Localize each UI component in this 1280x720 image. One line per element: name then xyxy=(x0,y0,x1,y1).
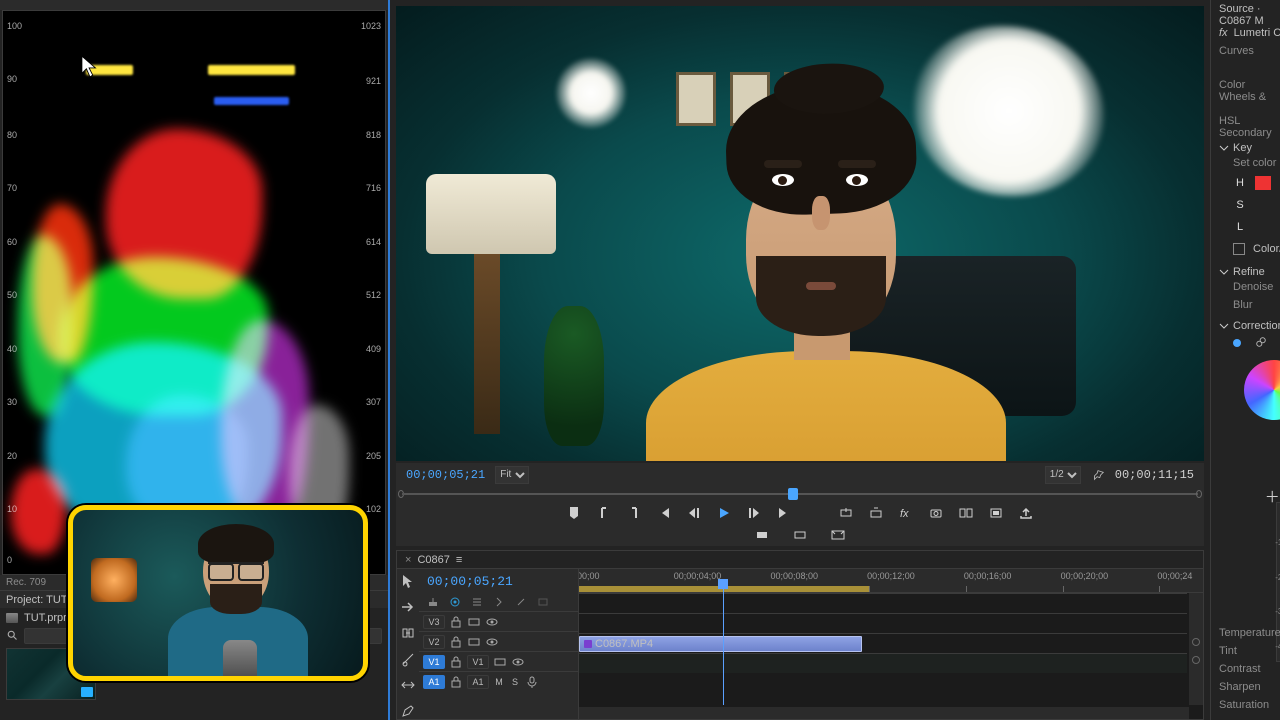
effect-name[interactable]: Lumetri C xyxy=(1234,27,1280,39)
search-icon xyxy=(6,629,18,644)
section-hsl-secondary[interactable]: HSL Secondary xyxy=(1219,118,1280,136)
export-frame-button[interactable] xyxy=(928,505,944,521)
mic-icon[interactable] xyxy=(525,675,539,689)
zoom-fit-dropdown[interactable]: Fit xyxy=(495,466,529,484)
add-marker-button[interactable] xyxy=(566,505,582,521)
export-button[interactable] xyxy=(1018,505,1034,521)
source-label: Source · C0867 M xyxy=(1219,6,1280,24)
param-sharpen[interactable]: Sharpen xyxy=(1219,678,1270,696)
sequence-tab-close-icon[interactable]: × xyxy=(405,554,411,566)
param-temperature[interactable]: Temperature xyxy=(1219,624,1270,642)
program-monitor[interactable] xyxy=(396,6,1204,461)
rgb-parade-waveform xyxy=(25,23,363,554)
color-only-checkbox[interactable] xyxy=(1233,243,1245,255)
timeline-playhead[interactable] xyxy=(723,579,724,705)
bin-icon xyxy=(6,613,18,623)
correction-dot-icon[interactable] xyxy=(1233,339,1241,347)
project-panel-title: Project: TUT xyxy=(6,594,68,606)
eye-icon[interactable] xyxy=(485,615,499,629)
ripple-edit-tool[interactable] xyxy=(400,625,416,641)
lumetri-color-panel: Source · C0867 M fx Lumetri C Curves Col… xyxy=(1210,0,1280,720)
ruler-label: 00;00;08;00 xyxy=(770,571,818,581)
proxy-toggle-button[interactable] xyxy=(988,505,1004,521)
track-lane-v3[interactable] xyxy=(579,593,1187,613)
param-saturation[interactable]: Saturation xyxy=(1219,696,1270,714)
insert-button[interactable] xyxy=(754,527,770,543)
panel-menu-icon[interactable]: ≡ xyxy=(456,554,462,566)
chevron-down-icon xyxy=(1219,143,1229,153)
comparison-view-button[interactable] xyxy=(958,505,974,521)
track-lane-a1[interactable] xyxy=(579,653,1187,673)
eyedropper-icon[interactable] xyxy=(1255,336,1267,351)
ruler-label: 00;00;16;00 xyxy=(964,571,1012,581)
project-item[interactable]: TUT.prpr xyxy=(24,612,67,624)
pen-tool[interactable] xyxy=(400,703,416,719)
clip-c0867[interactable]: C0867.MP4 xyxy=(579,636,862,652)
timeline-horizontal-zoom[interactable] xyxy=(579,707,1189,719)
sequence-tab[interactable]: C0867 ≡ xyxy=(417,554,462,566)
razor-tool[interactable] xyxy=(400,651,416,667)
timeline-vertical-scroll[interactable] xyxy=(1189,593,1203,705)
ruler-label: 00;00 xyxy=(579,571,600,581)
track-header-v2[interactable]: V2 xyxy=(419,631,578,651)
param-contrast[interactable]: Contrast xyxy=(1219,660,1270,678)
fx-badge-icon xyxy=(584,640,592,648)
step-back-button[interactable] xyxy=(686,505,702,521)
ruler-label: 00;00;12;00 xyxy=(867,571,915,581)
lumetri-scopes-panel: 100 90 80 70 60 50 40 30 20 10 0 1023 92… xyxy=(2,10,386,575)
safe-margins-button[interactable] xyxy=(830,527,846,543)
program-monitor-bar: 00;00;05;21 Fit 1/2 00;00;11;15 xyxy=(396,463,1204,486)
section-key[interactable]: Key xyxy=(1219,142,1280,154)
slip-tool[interactable] xyxy=(400,677,416,693)
timeline-current-timecode[interactable]: 00;00;05;21 xyxy=(419,569,578,593)
hue-swatch[interactable] xyxy=(1255,176,1271,190)
section-refine[interactable]: Refine xyxy=(1219,266,1280,278)
section-color-wheels[interactable]: Color Wheels & xyxy=(1219,82,1280,100)
section-correction[interactable]: Correction xyxy=(1219,320,1280,332)
transport-controls: fx xyxy=(396,502,1204,546)
program-current-timecode[interactable]: 00;00;05;21 xyxy=(406,468,485,482)
svg-text:fx: fx xyxy=(900,508,909,520)
refine-denoise[interactable]: Denoise xyxy=(1219,278,1280,296)
correction-color-wheel[interactable] xyxy=(1219,360,1280,420)
param-tint[interactable]: Tint xyxy=(1219,642,1270,660)
ruler-label: 00;00;20;00 xyxy=(1061,571,1109,581)
track-lane-v1[interactable]: C0867.MP4 xyxy=(579,633,1187,653)
extract-button[interactable] xyxy=(868,505,884,521)
track-header-a1[interactable]: A1 A1 M S xyxy=(419,671,578,691)
mark-out-button[interactable] xyxy=(626,505,642,521)
fx-button[interactable]: fx xyxy=(898,505,914,521)
ruler-label: 00;00;04;00 xyxy=(674,571,722,581)
track-lane-v2[interactable] xyxy=(579,613,1187,633)
lock-icon[interactable] xyxy=(449,615,463,629)
track-header-v1[interactable]: V1 V1 xyxy=(419,651,578,671)
play-button[interactable] xyxy=(716,505,732,521)
selection-tool[interactable] xyxy=(400,573,416,589)
playback-resolution-dropdown[interactable]: 1/2 xyxy=(1045,466,1081,484)
go-to-out-button[interactable] xyxy=(776,505,792,521)
ruler-label: 00;00;24 xyxy=(1157,571,1192,581)
timeline-ruler[interactable]: 00;00 00;00;04;00 00;00;08;00 00;00;12;00 00… xyxy=(579,569,1203,593)
timeline-options-row xyxy=(419,593,578,611)
settings-wrench-icon[interactable] xyxy=(1091,468,1105,482)
section-curves[interactable]: Curves xyxy=(1219,42,1280,60)
step-forward-button[interactable] xyxy=(746,505,762,521)
go-to-in-button[interactable] xyxy=(656,505,672,521)
program-duration-timecode: 00;00;11;15 xyxy=(1115,468,1194,482)
sync-lock-icon[interactable] xyxy=(467,615,481,629)
overwrite-button[interactable] xyxy=(792,527,808,543)
refine-blur[interactable]: Blur xyxy=(1219,296,1280,314)
timeline-toolbar xyxy=(397,569,419,719)
lift-button[interactable] xyxy=(838,505,854,521)
program-scrub-handle[interactable] xyxy=(788,488,798,500)
track-header-v3[interactable]: V3 xyxy=(419,611,578,631)
presenter-webcam-overlay xyxy=(68,505,368,681)
track-select-tool[interactable] xyxy=(400,599,416,615)
program-scrub-bar[interactable] xyxy=(396,486,1204,502)
set-color-label: Set color xyxy=(1219,154,1280,172)
mark-in-button[interactable] xyxy=(596,505,612,521)
